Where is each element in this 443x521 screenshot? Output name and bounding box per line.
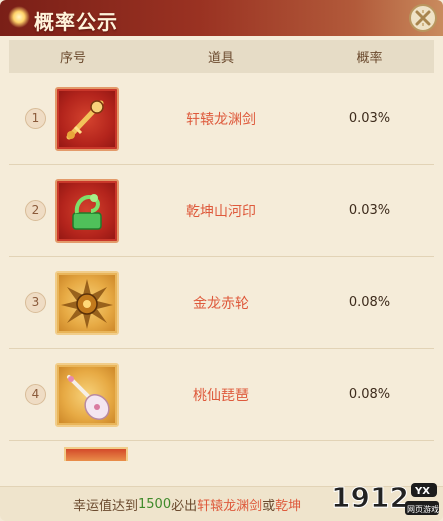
site-watermark-logo: 1912 YX 网页游戏 xyxy=(331,481,439,515)
item-probability: 0.03% xyxy=(348,111,391,126)
item-name: 乾坤山河印 xyxy=(186,203,256,220)
item-icon xyxy=(64,447,128,461)
rank-badge: 2 xyxy=(25,199,46,221)
rank-badge: 3 xyxy=(25,291,46,313)
item-probability: 0.08% xyxy=(348,387,391,402)
table-row: 2 乾坤山河印 0.03% xyxy=(9,165,434,257)
col-header-item: 道具 xyxy=(207,51,234,66)
rank-badge: 1 xyxy=(25,107,46,129)
item-name: 桃仙琵琶 xyxy=(193,387,249,404)
footer-item1: 轩辕龙渊剑 xyxy=(197,498,263,514)
footer-or: 或 xyxy=(262,498,276,514)
footer-item2: 乾坤 xyxy=(275,498,302,514)
sparkle-icon xyxy=(8,6,30,28)
item-probability: 0.03% xyxy=(348,203,391,218)
title-bar: 概率公示 xyxy=(0,0,443,36)
probability-table[interactable]: 序号 道具 概率 1 轩辕龙渊剑 0.03% 2 乾坤山河印 0.03% 3 金… xyxy=(9,40,434,480)
item-name: 金龙赤轮 xyxy=(193,295,249,312)
footer-middle: 必出 xyxy=(171,498,198,514)
watermark-sub: 网页游戏 xyxy=(407,504,439,514)
pipa-icon[interactable] xyxy=(55,362,119,427)
close-button[interactable] xyxy=(409,4,437,32)
dialog-title: 概率公示 xyxy=(34,10,118,34)
col-header-rank: 序号 xyxy=(59,51,86,66)
watermark-badge: YX xyxy=(414,486,430,497)
table-header: 序号 道具 概率 xyxy=(9,40,434,73)
close-icon xyxy=(415,10,431,26)
lucky-threshold: 1500 xyxy=(138,496,172,512)
item-name: 轩辕龙渊剑 xyxy=(186,111,256,128)
watermark-brand: 1912 xyxy=(331,481,409,514)
jade-seal-icon[interactable] xyxy=(55,178,119,243)
item-probability: 0.08% xyxy=(348,295,391,310)
golden-wheel-icon[interactable] xyxy=(55,270,119,335)
rank-badge: 4 xyxy=(25,383,46,405)
table-row: 1 轩辕龙渊剑 0.03% xyxy=(9,73,434,165)
probability-dialog: 概率公示 序号 道具 概率 1 轩辕龙渊剑 0.03% 2 乾坤山河印 0.03… xyxy=(0,0,443,521)
footer-prefix: 幸运值达到 xyxy=(73,498,139,514)
table-row xyxy=(9,441,434,461)
table-row: 4 桃仙琵琶 0.08% xyxy=(9,349,434,441)
sword-icon[interactable] xyxy=(55,86,119,151)
table-row: 3 金龙赤轮 0.08% xyxy=(9,257,434,349)
col-header-probability: 概率 xyxy=(356,51,383,66)
